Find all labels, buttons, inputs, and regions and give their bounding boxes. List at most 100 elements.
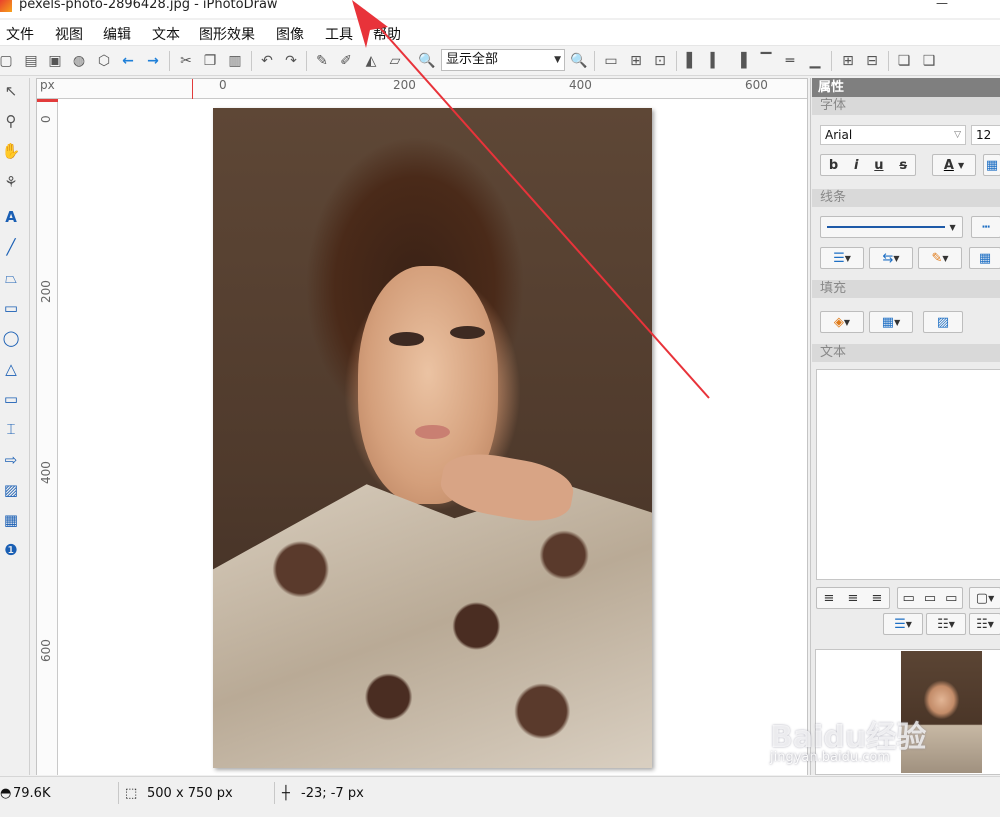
numbered-list-select[interactable]: ☷ ▼	[969, 613, 1000, 635]
redo-icon[interactable]: →	[143, 51, 163, 71]
image-tool-icon[interactable]: ▨	[0, 479, 22, 501]
menu-graphic-effects[interactable]: 图形效果	[199, 24, 255, 44]
toolbar-divider	[831, 51, 832, 71]
align-top-edge-icon[interactable]: ▔	[756, 51, 776, 71]
rectangle-tool-icon[interactable]: ▭	[0, 297, 22, 319]
new-file-icon[interactable]: ▢	[0, 51, 16, 71]
shear-icon[interactable]: ▱	[385, 51, 405, 71]
fill-image-button[interactable]: ▨	[923, 311, 963, 333]
font-color-button[interactable]: A ▼	[932, 154, 976, 176]
zoom-select[interactable]: 显示全部 ▼	[441, 49, 565, 71]
font-style-group: b i u s	[820, 154, 916, 176]
fill-section-label: 填充	[812, 280, 1000, 298]
menu-tools[interactable]: 工具	[325, 24, 353, 44]
chevron-down-icon: ▼	[958, 160, 965, 170]
cursor-position-icon: ┼	[282, 786, 290, 801]
align-hcenter-icon[interactable]: ▍	[706, 51, 726, 71]
callout-tool-icon[interactable]: ▭	[0, 388, 22, 410]
font-size-input[interactable]: 12	[971, 125, 1000, 145]
edit-icon[interactable]: ✎	[312, 51, 332, 71]
ellipse-tool-icon[interactable]: ◯	[0, 327, 22, 349]
text-border-select[interactable]: ▢ ▼	[969, 587, 1000, 609]
bring-front-icon[interactable]: ❏	[894, 51, 914, 71]
font-size-value: 12	[976, 128, 992, 142]
align-right-icon[interactable]: ≡	[872, 591, 883, 606]
menu-file[interactable]: 文件	[6, 24, 34, 44]
line-weight-select[interactable]: ☰ ▼	[820, 247, 864, 269]
line-arrow-select[interactable]: ⇆ ▼	[869, 247, 913, 269]
align-left-icon[interactable]: ▌	[682, 51, 702, 71]
bold-button[interactable]: b	[829, 158, 838, 173]
underline-button[interactable]: u	[874, 158, 883, 173]
ruler-tick-0: 0	[39, 115, 53, 123]
strikethrough-button[interactable]: s	[899, 158, 907, 173]
brush-icon[interactable]: ✐	[336, 51, 356, 71]
chevron-down-icon: ▼	[949, 222, 956, 232]
text-content-area[interactable]	[816, 369, 1000, 580]
valign-bottom-icon[interactable]: ▭	[945, 591, 957, 606]
number-marker-tool-icon[interactable]: ❶	[0, 539, 22, 561]
valign-middle-icon[interactable]: ▭	[924, 591, 936, 606]
line-color-select[interactable]: ✎ ▼	[918, 247, 962, 269]
cursor-position-status: -23; -7 px	[301, 786, 364, 801]
dimension-tool-icon[interactable]: ⌶	[0, 418, 22, 440]
mosaic-tool-icon[interactable]: ▦	[0, 509, 22, 531]
share-icon[interactable]: ⬡	[94, 51, 114, 71]
hand-tool-icon[interactable]: ✋	[0, 140, 22, 162]
send-back-icon[interactable]: ❑	[919, 51, 939, 71]
align-left-icon[interactable]: ≡	[824, 591, 835, 606]
pointer-tool-icon[interactable]: ↖	[0, 80, 22, 102]
menu-view[interactable]: 视图	[55, 24, 83, 44]
zoom-out-icon[interactable]: 🔍	[417, 51, 437, 71]
font-name-select[interactable]: Arial ▽	[820, 125, 966, 145]
group-icon[interactable]: ⊞	[838, 51, 858, 71]
bullet-list-select[interactable]: ☷ ▼	[926, 613, 966, 635]
toolbar-divider	[306, 51, 307, 71]
open-folder-icon[interactable]: ▤	[21, 51, 41, 71]
line-style-select[interactable]: ▼	[820, 216, 963, 238]
web-icon[interactable]: ◍	[69, 51, 89, 71]
save-icon[interactable]: ▣	[45, 51, 65, 71]
line-spacing-select[interactable]: ☰ ▼	[883, 613, 923, 635]
node-tool-icon[interactable]: ⚘	[0, 171, 22, 193]
zoom-in-icon[interactable]: 🔍	[569, 51, 589, 71]
fill-color-select[interactable]: ◈ ▼	[820, 311, 864, 333]
zoom-tool-icon[interactable]: ⚲	[0, 110, 22, 132]
align-bottom-icon[interactable]: ▁	[805, 51, 825, 71]
triangle-tool-icon[interactable]: △	[0, 358, 22, 380]
polygon-tool-icon[interactable]: ⏢	[0, 267, 22, 289]
cut-icon[interactable]: ✂	[176, 51, 196, 71]
arrow-shape-tool-icon[interactable]: ⇨	[0, 449, 22, 471]
menu-help[interactable]: 帮助	[373, 24, 401, 44]
align-middle-icon[interactable]: ⊞	[626, 51, 646, 71]
align-center-icon[interactable]: ≡	[848, 591, 859, 606]
menu-edit[interactable]: 编辑	[103, 24, 131, 44]
rotate-left-icon[interactable]: ↶	[257, 51, 277, 71]
portrait-photo[interactable]	[213, 108, 652, 768]
line-section-label: 线条	[812, 189, 1000, 207]
text-tool-icon[interactable]: A	[0, 206, 22, 228]
copy-icon[interactable]: ❐	[200, 51, 220, 71]
line-dash-select[interactable]: ┅	[971, 216, 1000, 238]
valign-top-icon[interactable]: ▭	[903, 591, 915, 606]
image-size-status: 500 x 750 px	[147, 786, 233, 801]
rotate-right-icon[interactable]: ↷	[281, 51, 301, 71]
flip-icon[interactable]: ◭	[361, 51, 381, 71]
line-grid-select[interactable]: ▦	[969, 247, 1000, 269]
fill-pattern-select[interactable]: ▦ ▼	[869, 311, 913, 333]
toolbar-divider	[251, 51, 252, 71]
align-vcenter-icon[interactable]: ═	[780, 51, 800, 71]
ungroup-icon[interactable]: ⊟	[862, 51, 882, 71]
align-right-icon[interactable]: ▐	[731, 51, 751, 71]
text-grid-button[interactable]: ▦	[983, 154, 1000, 176]
paste-icon[interactable]: ▥	[225, 51, 245, 71]
font-color-glyph: A	[943, 157, 954, 173]
align-top-icon[interactable]: ▭	[601, 51, 621, 71]
align-center-icon[interactable]: ⊡	[650, 51, 670, 71]
line-tool-icon[interactable]: ╱	[0, 236, 22, 258]
minimize-button[interactable]: —	[936, 0, 948, 10]
menu-image[interactable]: 图像	[276, 24, 304, 44]
italic-button[interactable]: i	[854, 158, 858, 173]
menu-text[interactable]: 文本	[152, 24, 180, 44]
undo-icon[interactable]: ←	[118, 51, 138, 71]
